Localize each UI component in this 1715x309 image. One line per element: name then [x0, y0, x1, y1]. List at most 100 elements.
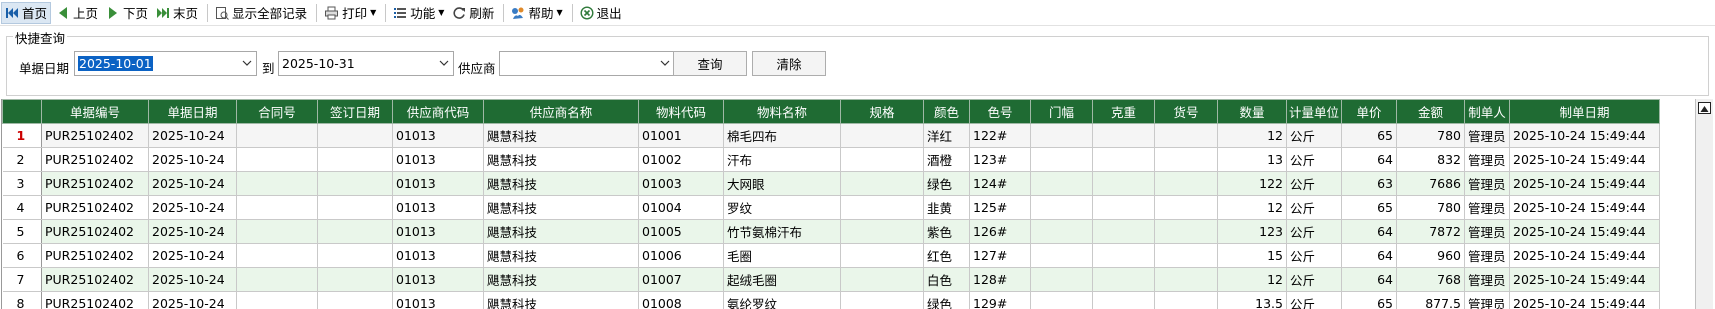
table-cell[interactable]: 管理员 — [1464, 171, 1510, 196]
table-cell[interactable]: PUR25102402 — [41, 123, 149, 148]
column-header[interactable]: 供应商代码 — [392, 99, 484, 124]
table-cell[interactable]: 公斤 — [1286, 243, 1342, 268]
table-cell[interactable]: 65 — [1341, 123, 1397, 148]
table-cell[interactable]: 12 — [1217, 123, 1287, 148]
table-cell[interactable]: 公斤 — [1286, 147, 1342, 172]
column-header[interactable]: 计量单位 — [1286, 99, 1342, 124]
column-header[interactable]: 供应商名称 — [483, 99, 639, 124]
column-header[interactable]: 签订日期 — [317, 99, 393, 124]
table-cell[interactable]: 2025-10-24 — [148, 243, 237, 268]
table-cell[interactable] — [236, 195, 318, 220]
table-cell[interactable]: 12 — [1217, 267, 1287, 292]
table-cell[interactable]: 832 — [1396, 147, 1465, 172]
table-cell[interactable] — [1092, 171, 1155, 196]
table-cell[interactable]: 01013 — [392, 171, 484, 196]
table-row[interactable]: 3 PUR25102402 2025-10-24 01013 飓慧科技 01003 大网眼 绿… — [2, 171, 1660, 196]
table-cell[interactable] — [317, 147, 393, 172]
table-cell[interactable] — [1154, 243, 1218, 268]
table-row[interactable]: 8 PUR25102402 2025-10-24 01013 飓慧科技 01008 氨纶罗纹… — [2, 291, 1660, 309]
date-to-combo[interactable]: 2025-10-31 — [278, 51, 454, 76]
table-cell[interactable] — [236, 147, 318, 172]
table-cell[interactable]: 绿色 — [923, 171, 970, 196]
table-cell[interactable]: 公斤 — [1286, 219, 1342, 244]
table-cell[interactable]: 2025-10-24 15:49:44 — [1509, 219, 1660, 244]
table-cell[interactable]: 01013 — [392, 267, 484, 292]
first-page-button[interactable]: 首页 — [1, 1, 52, 24]
table-cell[interactable] — [236, 219, 318, 244]
table-cell[interactable] — [1092, 147, 1155, 172]
table-cell[interactable]: 公斤 — [1286, 267, 1342, 292]
table-cell[interactable]: 管理员 — [1464, 123, 1510, 148]
date-from-combo[interactable]: 2025-10-01 — [74, 51, 257, 76]
table-cell[interactable]: 2025-10-24 — [148, 123, 237, 148]
table-cell[interactable]: 2025-10-24 — [148, 219, 237, 244]
table-cell[interactable]: 7686 — [1396, 171, 1465, 196]
table-cell[interactable]: 7872 — [1396, 219, 1465, 244]
table-cell[interactable]: 2025-10-24 15:49:44 — [1509, 291, 1660, 309]
table-cell[interactable] — [840, 243, 924, 268]
exit-button[interactable]: 退出 — [577, 2, 625, 24]
table-cell[interactable]: 123 — [1217, 219, 1287, 244]
table-row[interactable]: 2 PUR25102402 2025-10-24 01013 飓慧科技 01002 汗布 酒橙… — [2, 147, 1660, 172]
table-cell[interactable]: 棉毛四布 — [723, 123, 841, 148]
column-header[interactable]: 物料代码 — [638, 99, 724, 124]
table-cell[interactable] — [1030, 267, 1093, 292]
table-cell[interactable] — [317, 291, 393, 309]
table-cell[interactable]: 01002 — [638, 147, 724, 172]
table-cell[interactable] — [317, 267, 393, 292]
table-cell[interactable]: 管理员 — [1464, 147, 1510, 172]
table-cell[interactable]: 公斤 — [1286, 195, 1342, 220]
column-header[interactable]: 制单日期 — [1509, 99, 1660, 124]
table-cell[interactable]: 飓慧科技 — [483, 291, 639, 309]
table-cell[interactable]: 2025-10-24 15:49:44 — [1509, 243, 1660, 268]
supplier-combo[interactable] — [499, 51, 675, 76]
table-cell[interactable] — [317, 195, 393, 220]
column-header[interactable]: 合同号 — [236, 99, 318, 124]
table-cell[interactable]: 2025-10-24 15:49:44 — [1509, 195, 1660, 220]
table-cell[interactable]: 管理员 — [1464, 219, 1510, 244]
table-cell[interactable]: 64 — [1341, 147, 1397, 172]
table-cell[interactable]: 960 — [1396, 243, 1465, 268]
table-cell[interactable]: PUR25102402 — [41, 219, 149, 244]
table-cell[interactable] — [1092, 195, 1155, 220]
table-cell[interactable]: 酒橙 — [923, 147, 970, 172]
table-cell[interactable] — [840, 267, 924, 292]
table-cell[interactable] — [840, 147, 924, 172]
table-cell[interactable]: 64 — [1341, 243, 1397, 268]
table-cell[interactable]: 飓慧科技 — [483, 243, 639, 268]
table-cell[interactable] — [1092, 291, 1155, 309]
table-cell[interactable]: 大网眼 — [723, 171, 841, 196]
table-cell[interactable]: 韭黄 — [923, 195, 970, 220]
table-cell[interactable] — [1030, 195, 1093, 220]
table-cell[interactable]: 绿色 — [923, 291, 970, 309]
column-header[interactable]: 色号 — [969, 99, 1031, 124]
column-header[interactable]: 货号 — [1154, 99, 1218, 124]
table-cell[interactable]: 毛圈 — [723, 243, 841, 268]
table-cell[interactable] — [840, 171, 924, 196]
column-header[interactable]: 规格 — [840, 99, 924, 124]
table-cell[interactable] — [317, 243, 393, 268]
table-cell[interactable]: 洋红 — [923, 123, 970, 148]
table-cell[interactable] — [840, 123, 924, 148]
table-cell[interactable]: 紫色 — [923, 219, 970, 244]
last-page-button[interactable]: 末页 — [153, 2, 201, 24]
table-cell[interactable] — [1030, 123, 1093, 148]
column-header[interactable]: 单据编号 — [41, 99, 149, 124]
table-cell[interactable]: 白色 — [923, 267, 970, 292]
table-cell[interactable]: 飓慧科技 — [483, 171, 639, 196]
table-cell[interactable]: 2025-10-24 — [148, 171, 237, 196]
table-row[interactable]: 6 PUR25102402 2025-10-24 01013 飓慧科技 01006 毛圈 红色… — [2, 243, 1660, 268]
table-cell[interactable]: 123# — [969, 147, 1031, 172]
table-cell[interactable]: 罗纹 — [723, 195, 841, 220]
table-cell[interactable]: 01007 — [638, 267, 724, 292]
table-cell[interactable] — [1092, 219, 1155, 244]
search-button[interactable]: 查询 — [673, 51, 747, 76]
column-header[interactable]: 颜色 — [923, 99, 970, 124]
table-row[interactable]: 5 PUR25102402 2025-10-24 01013 飓慧科技 01005 竹节氨棉… — [2, 219, 1660, 244]
table-cell[interactable]: 公斤 — [1286, 291, 1342, 309]
table-cell[interactable]: 122# — [969, 123, 1031, 148]
table-cell[interactable]: 飓慧科技 — [483, 195, 639, 220]
table-cell[interactable]: 65 — [1341, 291, 1397, 309]
prev-page-button[interactable]: 上页 — [53, 2, 101, 24]
table-cell[interactable]: 红色 — [923, 243, 970, 268]
